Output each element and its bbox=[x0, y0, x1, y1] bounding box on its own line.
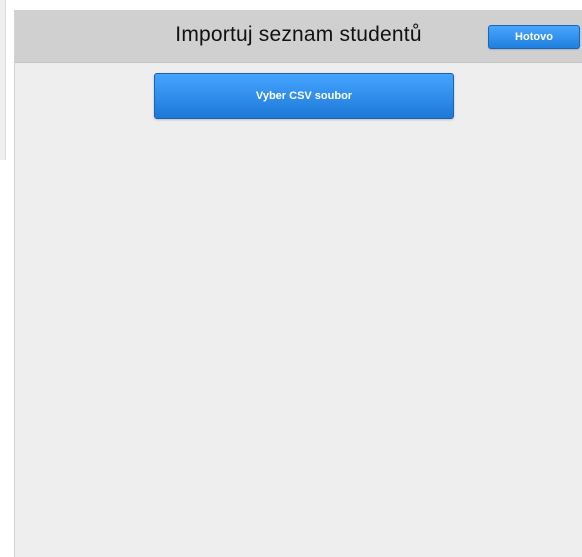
background-strip bbox=[0, 0, 14, 557]
dialog-header: Importuj seznam studentů Hotovo bbox=[15, 10, 582, 63]
page: Importuj seznam studentů Hotovo Vyber CS… bbox=[0, 0, 582, 557]
select-csv-file-button[interactable]: Vyber CSV soubor bbox=[154, 73, 454, 119]
done-button[interactable]: Hotovo bbox=[488, 25, 580, 49]
background-panel-edge bbox=[0, 0, 6, 160]
import-students-dialog: Importuj seznam studentů Hotovo Vyber CS… bbox=[14, 10, 582, 557]
